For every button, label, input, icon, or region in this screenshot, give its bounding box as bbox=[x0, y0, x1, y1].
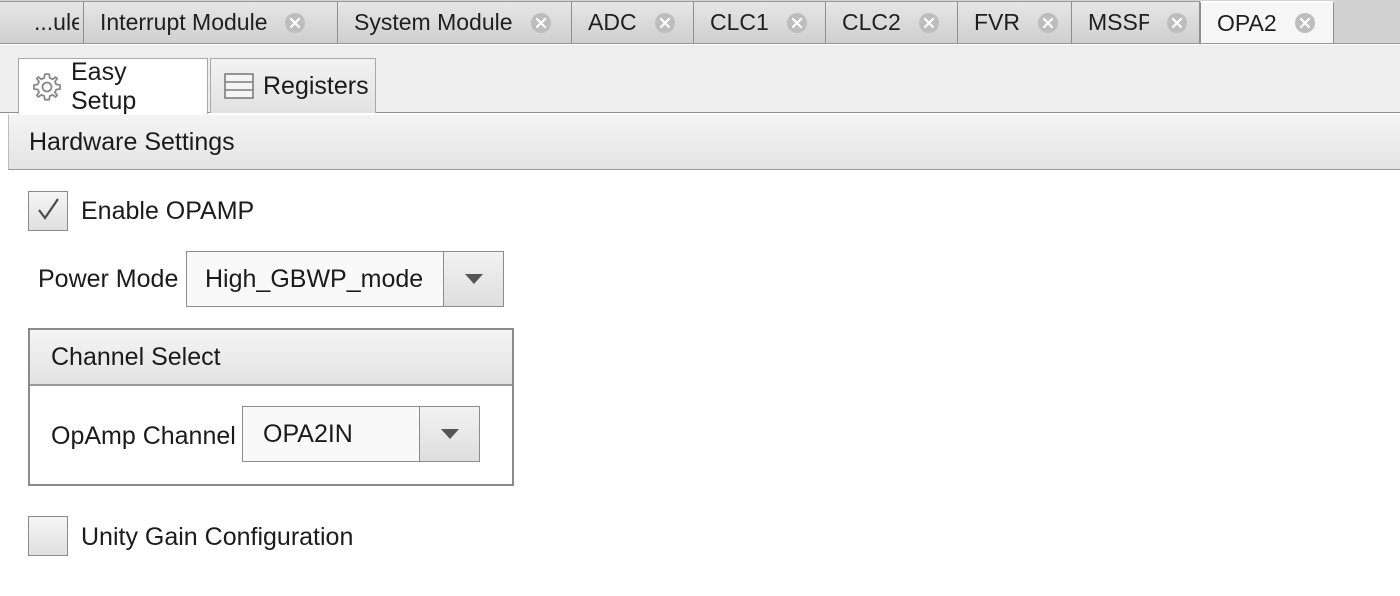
tab-registers[interactable]: Registers bbox=[210, 58, 376, 113]
editor-tab-label: ...ule bbox=[34, 9, 79, 35]
editor-tab-label: Interrupt Module bbox=[100, 9, 268, 35]
chevron-down-icon[interactable] bbox=[443, 252, 503, 306]
editor-tab-label: CLC2 bbox=[842, 9, 901, 35]
close-icon[interactable] bbox=[918, 12, 939, 33]
editor-tab-strip: ...ule Interrupt Module System Module AD… bbox=[0, 0, 1400, 44]
editor-tab-label: CLC1 bbox=[710, 9, 769, 35]
power-mode-value: High_GBWP_mode bbox=[187, 252, 443, 306]
group-title: Channel Select bbox=[51, 342, 221, 371]
editor-tab-fvr[interactable]: FVR bbox=[958, 1, 1072, 43]
editor-tab-system-module[interactable]: System Module bbox=[338, 1, 572, 43]
power-mode-label: Power Mode bbox=[38, 265, 179, 293]
checkmark-icon bbox=[35, 196, 61, 227]
close-icon[interactable] bbox=[285, 12, 306, 33]
opamp-channel-dropdown[interactable]: OPA2IN bbox=[242, 406, 480, 462]
editor-tab-clc2[interactable]: CLC2 bbox=[826, 1, 958, 43]
hardware-settings-header[interactable]: Hardware Settings bbox=[8, 114, 1400, 170]
section-title: Hardware Settings bbox=[29, 127, 235, 156]
editor-tab-label: OPA2 bbox=[1217, 9, 1277, 36]
editor-tab-mssp[interactable]: MSSP bbox=[1072, 1, 1200, 43]
opamp-channel-label: OpAmp Channel bbox=[51, 422, 236, 450]
close-icon[interactable] bbox=[1167, 12, 1187, 33]
gear-icon bbox=[31, 71, 63, 103]
editor-tab-adc[interactable]: ADC bbox=[572, 1, 694, 43]
opamp-channel-value: OPA2IN bbox=[243, 407, 419, 461]
channel-select-header: Channel Select bbox=[30, 330, 512, 386]
editor-tab-module-truncated[interactable]: ...ule bbox=[0, 1, 84, 43]
close-icon[interactable] bbox=[1038, 12, 1058, 33]
registers-icon bbox=[223, 72, 255, 100]
enable-opamp-label: Enable OPAMP bbox=[81, 197, 255, 225]
tab-label: Registers bbox=[263, 71, 369, 100]
unity-gain-label: Unity Gain Configuration bbox=[81, 523, 354, 551]
close-icon[interactable] bbox=[1294, 13, 1315, 33]
close-icon[interactable] bbox=[530, 12, 551, 33]
editor-tab-label: FVR bbox=[974, 9, 1020, 35]
editor-tab-clc1[interactable]: CLC1 bbox=[694, 1, 826, 43]
tab-label: Easy Setup bbox=[71, 57, 137, 115]
editor-tab-label: MSSP bbox=[1088, 9, 1149, 35]
editor-tab-label: System Module bbox=[354, 9, 513, 35]
unity-gain-checkbox[interactable] bbox=[28, 516, 68, 556]
power-mode-dropdown[interactable]: High_GBWP_mode bbox=[186, 251, 504, 307]
view-tab-strip: Easy Setup Registers bbox=[0, 45, 1400, 115]
editor-tab-interrupt-module[interactable]: Interrupt Module bbox=[84, 1, 338, 43]
chevron-down-icon[interactable] bbox=[419, 407, 479, 461]
close-icon[interactable] bbox=[654, 12, 675, 33]
enable-opamp-checkbox[interactable] bbox=[28, 191, 68, 231]
editor-tab-opa2[interactable]: OPA2 bbox=[1200, 1, 1334, 43]
close-icon[interactable] bbox=[786, 12, 807, 33]
tab-easy-setup[interactable]: Easy Setup bbox=[18, 57, 208, 115]
editor-tab-label: ADC bbox=[588, 9, 637, 35]
